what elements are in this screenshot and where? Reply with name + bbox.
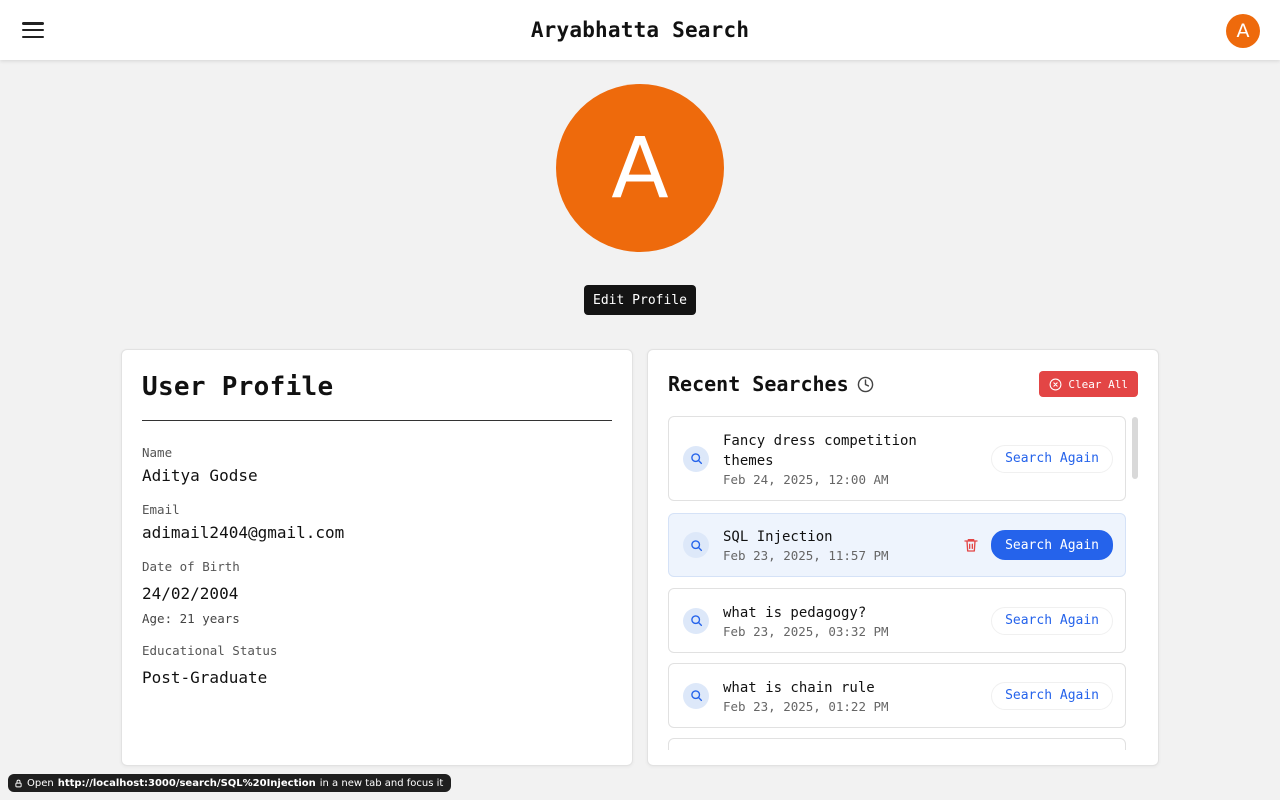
recent-searches-header: Recent Searches Clear All — [668, 370, 1138, 398]
search-date: Feb 23, 2025, 01:22 PM — [723, 698, 889, 714]
search-query: what is chain rule — [723, 679, 875, 696]
search-date: Feb 23, 2025, 11:57 PM — [723, 548, 889, 563]
scrollbar-thumb[interactable] — [1132, 417, 1138, 479]
recent-searches-card: Recent Searches Clear All Fancy dress co… — [647, 349, 1159, 766]
email-field: Email adimail2404@gmail.com — [142, 502, 612, 542]
search-again-button[interactable]: Search Again — [991, 681, 1113, 710]
search-item-text: what is pedagogy? Feb 23, 2025, 03:32 PM — [723, 603, 991, 639]
trash-icon[interactable] — [963, 537, 979, 553]
search-item-text: SQL Injection Feb 23, 2025, 11:57 PM — [723, 527, 963, 563]
education-field: Educational Status Post-Graduate — [142, 643, 612, 687]
search-again-button[interactable]: Search Again — [991, 606, 1113, 635]
recent-searches-title-text: Recent Searches — [668, 372, 849, 396]
email-label: Email — [142, 502, 180, 517]
close-circle-icon — [1049, 378, 1062, 390]
hamburger-menu-icon[interactable] — [22, 20, 44, 40]
education-label: Educational Status — [142, 643, 278, 658]
clear-all-label: Clear All — [1068, 377, 1128, 391]
name-value: Aditya Godse — [142, 466, 258, 485]
user-profile-card: User Profile Name Aditya Godse Email adi… — [121, 349, 633, 766]
search-icon — [683, 682, 709, 709]
search-query: SQL Injection — [723, 529, 833, 545]
top-navbar: Aryabhatta Search A — [0, 0, 1280, 60]
search-icon — [683, 607, 709, 634]
search-date: Feb 23, 2025, 03:32 PM — [723, 623, 889, 639]
search-item-text: what is chain rule Feb 23, 2025, 01:22 P… — [723, 678, 991, 714]
dob-value: 24/02/2004 — [142, 584, 239, 603]
app-title: Aryabhatta Search — [530, 18, 750, 42]
edit-profile-button[interactable]: Edit Profile — [584, 285, 696, 315]
search-item-text: Fancy dress competition themes Feb 24, 2… — [723, 431, 991, 487]
search-history-item[interactable]: SQL Injection Feb 23, 2025, 11:57 PM Sea… — [668, 513, 1126, 577]
search-history-item[interactable]: what is pedagogy? Feb 23, 2025, 03:32 PM… — [668, 588, 1126, 653]
name-field: Name Aditya Godse — [142, 445, 612, 485]
age-text: Age: 21 years — [142, 611, 240, 626]
link-status-tooltip: Open http://localhost:3000/search/SQL%20… — [8, 774, 452, 792]
status-url: http://localhost:3000/search/SQL%20Injec… — [57, 777, 316, 789]
profile-card-title: User Profile — [142, 372, 334, 402]
lock-icon — [15, 779, 22, 787]
search-icon — [683, 445, 709, 472]
dob-label: Date of Birth — [142, 559, 240, 574]
status-suffix: in a new tab and focus it — [319, 777, 444, 789]
status-prefix: Open — [27, 777, 54, 789]
clock-icon — [857, 376, 873, 392]
search-history-item[interactable] — [668, 738, 1126, 750]
search-history-item[interactable]: Fancy dress competition themes Feb 24, 2… — [668, 416, 1126, 501]
name-label: Name — [142, 445, 173, 460]
search-query: Fancy dress competition themes — [723, 432, 917, 469]
search-icon — [683, 532, 709, 558]
search-query: what is pedagogy? — [723, 604, 867, 621]
recent-searches-title: Recent Searches — [668, 372, 874, 396]
profile-avatar: A — [556, 84, 724, 252]
clear-all-button[interactable]: Clear All — [1039, 371, 1138, 397]
dob-field: Date of Birth 24/02/2004 Age: 21 years — [142, 559, 612, 626]
search-date: Feb 24, 2025, 12:00 AM — [723, 471, 889, 487]
search-again-button[interactable]: Search Again — [991, 530, 1113, 560]
recent-searches-list[interactable]: Fancy dress competition themes Feb 24, 2… — [668, 416, 1138, 750]
search-history-item[interactable]: what is chain rule Feb 23, 2025, 01:22 P… — [668, 663, 1126, 728]
education-value: Post-Graduate — [142, 668, 268, 687]
email-value: adimail2404@gmail.com — [142, 523, 345, 542]
user-avatar-button[interactable]: A — [1226, 14, 1260, 48]
profile-divider — [142, 420, 612, 421]
search-again-button[interactable]: Search Again — [991, 444, 1113, 473]
